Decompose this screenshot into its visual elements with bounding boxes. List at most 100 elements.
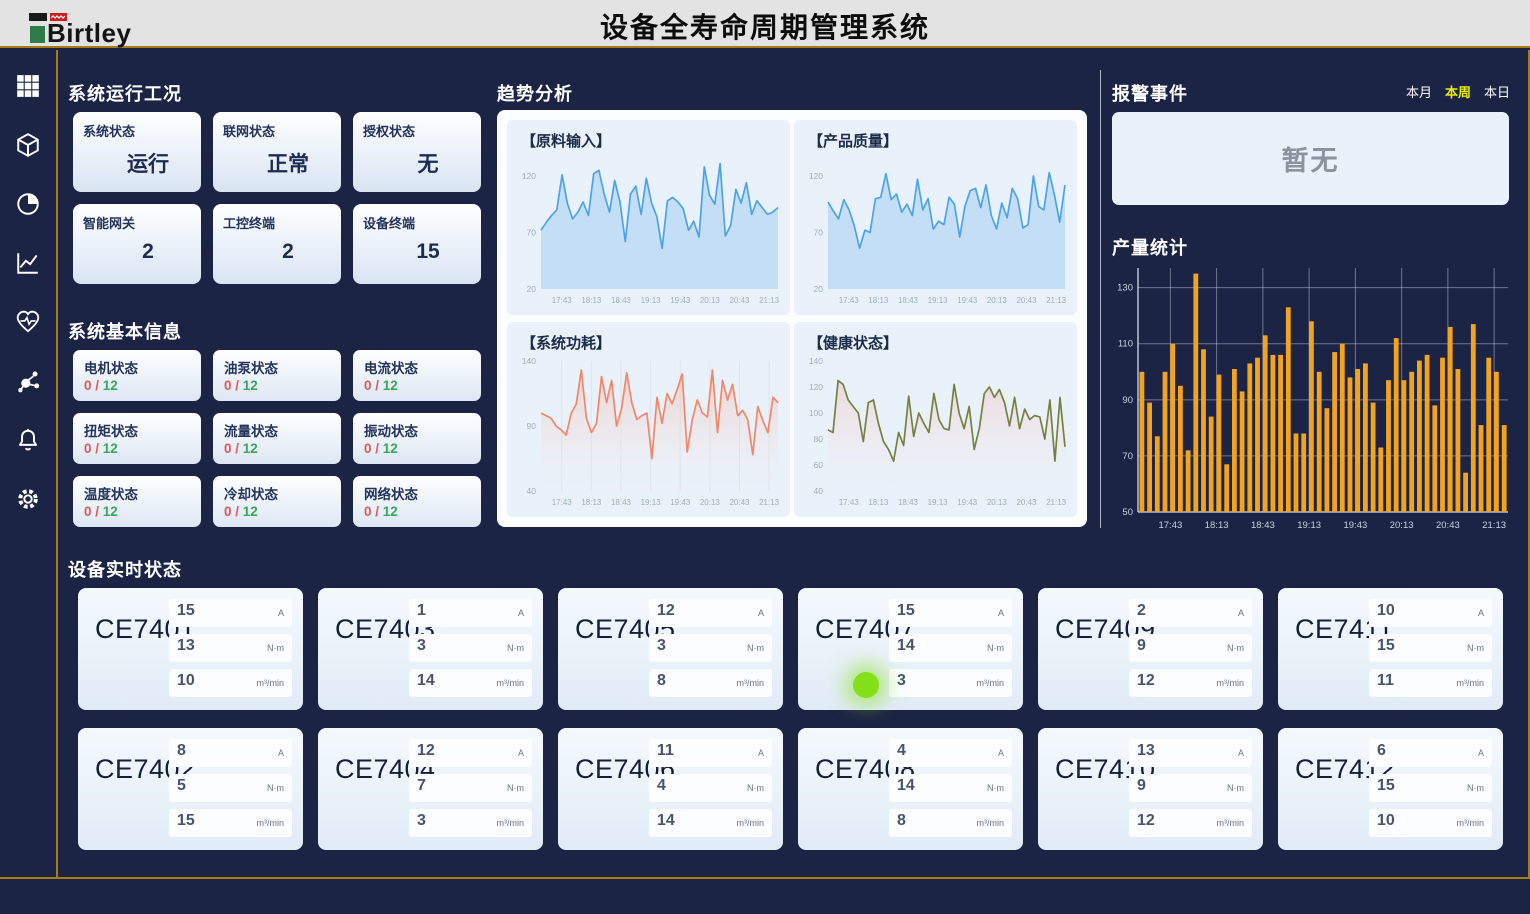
metric-value: 4 (897, 742, 906, 760)
device-card[interactable]: CE740611A4N·m14m³/min (558, 728, 783, 850)
bottom-gold-divider (0, 877, 1530, 879)
svg-text:21:13: 21:13 (1046, 498, 1067, 507)
info-card: 电机状态0 / 12 (73, 350, 201, 401)
metric-unit: m³/min (737, 818, 765, 828)
device-metric-row: 3m³/min (409, 809, 532, 837)
device-card[interactable]: CE74092A9N·m12m³/min (1038, 588, 1263, 710)
count-total: 12 (243, 441, 258, 456)
status-card: 系统状态运行 (73, 112, 201, 192)
topology-icon[interactable] (14, 367, 42, 395)
metric-value: 7 (417, 777, 426, 795)
device-metric-row: 8A (169, 739, 292, 767)
metric-value: 12 (1137, 672, 1155, 690)
svg-text:19:43: 19:43 (957, 498, 978, 507)
svg-text:19:43: 19:43 (1343, 520, 1367, 531)
info-card-count: 0 / 12 (224, 504, 330, 519)
info-card: 温度状态0 / 12 (73, 476, 201, 527)
device-card[interactable]: CE74028A5N·m15m³/min (78, 728, 303, 850)
health-pulse-icon[interactable] (14, 308, 42, 336)
device-metric-row: 13A (1129, 739, 1252, 767)
svg-text:19:43: 19:43 (670, 296, 691, 305)
metric-unit: m³/min (257, 818, 285, 828)
line-chart-icon[interactable] (14, 249, 42, 277)
metric-value: 6 (1377, 742, 1386, 760)
svg-text:18:43: 18:43 (898, 498, 919, 507)
device-metric-row: 8m³/min (889, 809, 1012, 837)
status-card-label: 联网状态 (223, 121, 331, 140)
alarm-tab-0[interactable]: 本月 (1406, 82, 1432, 101)
sidebar (0, 50, 58, 877)
svg-text:19:13: 19:13 (1297, 520, 1321, 531)
metric-value: 5 (177, 777, 186, 795)
device-metric-row: 1A (409, 599, 532, 627)
device-card[interactable]: CE740412A7N·m3m³/min (318, 728, 543, 850)
page-title: 设备全寿命周期管理系统 (0, 6, 1530, 46)
cube-icon[interactable] (14, 131, 42, 159)
apps-grid-icon[interactable] (14, 72, 42, 100)
device-metric-row: 8m³/min (649, 669, 772, 697)
trend-chart-title: 【系统功耗】 (511, 328, 788, 353)
svg-text:20:13: 20:13 (987, 296, 1008, 305)
settings-gear-icon[interactable] (14, 485, 42, 513)
svg-text:110: 110 (1118, 339, 1133, 350)
count-separator: / (372, 504, 383, 519)
trend-grid: 【原料输入】207012017:4318:1318:4319:1319:4320… (507, 120, 1077, 517)
svg-text:140: 140 (809, 356, 823, 366)
svg-text:40: 40 (527, 486, 537, 496)
metric-unit: m³/min (737, 678, 765, 688)
info-card-count: 0 / 12 (364, 441, 470, 456)
metric-unit: A (758, 748, 764, 758)
device-metrics: 15A13N·m10m³/min (169, 599, 292, 697)
device-metric-row: 12m³/min (1129, 809, 1252, 837)
device-metric-row: 10A (1369, 599, 1492, 627)
device-card[interactable]: CE74084A14N·m8m³/min (798, 728, 1023, 850)
info-card: 电流状态0 / 12 (353, 350, 481, 401)
metric-value: 12 (657, 602, 675, 620)
svg-text:19:13: 19:13 (641, 498, 662, 507)
metric-value: 11 (1377, 672, 1394, 690)
device-metric-row: 3N·m (409, 634, 532, 662)
svg-text:80: 80 (814, 434, 824, 444)
device-card[interactable]: CE741110A15N·m11m³/min (1278, 588, 1503, 710)
alarm-empty-text: 暂无 (1282, 139, 1340, 178)
metric-unit: N·m (1227, 783, 1244, 793)
device-metrics: 4A14N·m8m³/min (889, 739, 1012, 837)
svg-text:17:43: 17:43 (1158, 520, 1182, 531)
svg-text:21:13: 21:13 (1046, 296, 1067, 305)
metric-value: 12 (417, 742, 435, 760)
alarm-bell-icon[interactable] (14, 426, 42, 454)
info-card-label: 温度状态 (84, 483, 190, 503)
device-metric-row: 14N·m (889, 634, 1012, 662)
status-card-value: 2 (83, 240, 191, 264)
metric-value: 15 (897, 602, 915, 620)
svg-text:20: 20 (814, 284, 824, 294)
count-total: 12 (103, 504, 118, 519)
device-card[interactable]: CE741013A9N·m12m³/min (1038, 728, 1263, 850)
status-card: 设备终端15 (353, 204, 481, 284)
metric-unit: A (1478, 748, 1484, 758)
alarm-tab-2[interactable]: 本日 (1484, 82, 1510, 101)
count-separator: / (232, 504, 243, 519)
status-card-value: 运行 (83, 148, 191, 178)
pie-chart-icon[interactable] (14, 190, 42, 218)
running-indicator (853, 672, 879, 698)
section-title-trend: 趋势分析 (497, 80, 573, 106)
section-title-system-info: 系统基本信息 (68, 318, 182, 344)
metric-unit: m³/min (1457, 678, 1485, 688)
info-card: 流量状态0 / 12 (213, 413, 341, 464)
count-current: 0 (364, 504, 372, 519)
device-card[interactable]: CE74126A15N·m10m³/min (1278, 728, 1503, 850)
device-metric-row: 14N·m (889, 774, 1012, 802)
device-metric-row: 14m³/min (409, 669, 532, 697)
info-card-label: 扭矩状态 (84, 420, 190, 440)
device-card[interactable]: CE740512A3N·m8m³/min (558, 588, 783, 710)
svg-text:18:43: 18:43 (898, 296, 919, 305)
device-card[interactable]: CE740115A13N·m10m³/min (78, 588, 303, 710)
device-card[interactable]: CE74031A3N·m14m³/min (318, 588, 543, 710)
count-current: 0 (224, 378, 232, 393)
svg-text:18:13: 18:13 (868, 296, 889, 305)
metric-unit: N·m (1227, 643, 1244, 653)
alarm-tab-1[interactable]: 本周 (1445, 82, 1471, 101)
svg-text:18:43: 18:43 (1251, 520, 1275, 531)
device-card[interactable]: CE740715A14N·m3m³/min (798, 588, 1023, 710)
